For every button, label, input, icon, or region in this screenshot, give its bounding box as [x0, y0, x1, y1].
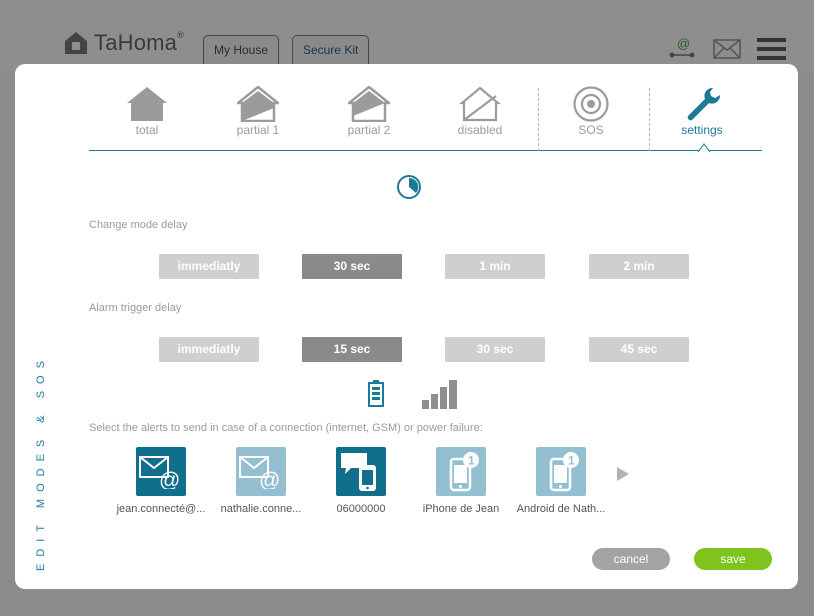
logo-text: TaHoma®	[94, 30, 184, 55]
alert-label: jean.connecté@...	[116, 503, 206, 515]
app-header: TaHoma® My House Secure Kit @	[0, 0, 814, 70]
mail-icon[interactable]	[713, 39, 741, 59]
house-partial-icon	[237, 86, 279, 122]
change-delay-immediatly[interactable]: immediatly	[159, 254, 259, 279]
change-delay-30-sec[interactable]: 30 sec	[302, 254, 402, 279]
email-icon: @	[239, 455, 280, 489]
alert-label: iPhone de Jean	[422, 503, 500, 515]
alarm-delay-15-sec[interactable]: 15 sec	[302, 337, 402, 362]
svg-text:@: @	[259, 469, 280, 489]
alarm-delay-45-sec[interactable]: 45 sec	[589, 337, 689, 362]
tahoma-logo: TaHoma®	[64, 30, 184, 56]
mode-sos[interactable]: SOS	[541, 86, 641, 137]
next-arrow-icon[interactable]	[616, 466, 630, 482]
sos-target-icon	[573, 86, 609, 122]
timer-icon	[397, 175, 421, 199]
house-filled-icon	[127, 87, 167, 121]
mode-tabs: total partial 1 partial 2 disabled SOS s…	[89, 64, 762, 152]
change-delay-2-min[interactable]: 2 min	[589, 254, 689, 279]
battery-icon	[368, 380, 384, 407]
mode-disabled[interactable]: disabled	[430, 86, 530, 137]
alert-label: nathalie.conne...	[220, 503, 302, 515]
mode-label: partial 1	[236, 123, 280, 137]
mode-separator	[649, 88, 650, 151]
mode-label: settings	[681, 123, 723, 137]
mode-label: SOS	[578, 123, 604, 137]
mode-partial-1[interactable]: partial 1	[208, 86, 308, 137]
alarm-delay-immediatly[interactable]: immediatly	[159, 337, 259, 362]
house-logo-icon	[65, 32, 87, 54]
active-tab-pointer	[698, 143, 710, 152]
tab-secure-kit[interactable]: Secure Kit	[292, 35, 370, 65]
alert-tile: 1	[436, 447, 486, 496]
alert-label: 06000000	[336, 503, 386, 515]
save-button[interactable]: save	[694, 548, 772, 570]
alert-tile: 1	[536, 447, 586, 496]
alert-tile: @	[136, 447, 186, 496]
side-title: EDIT MODES & SOS	[35, 354, 47, 571]
wrench-icon	[687, 87, 721, 121]
alert-iphone-jean[interactable]: 1 iPhone de Jean	[411, 447, 511, 515]
notification-badge: 1	[568, 453, 575, 467]
alert-android-nathalie[interactable]: 1 Android de Nath...	[511, 447, 611, 515]
alerts-label: Select the alerts to send in case of a c…	[89, 422, 483, 434]
svg-text:@: @	[677, 36, 690, 51]
alert-email-nathalie[interactable]: @ nathalie.conne...	[211, 447, 311, 515]
email-icon: @	[139, 455, 180, 489]
mode-label: total	[135, 123, 159, 137]
signal-strength-icon	[422, 380, 457, 409]
cancel-button[interactable]: cancel	[592, 548, 670, 570]
tab-my-house[interactable]: My House	[203, 35, 280, 65]
change-delay-1-min[interactable]: 1 min	[445, 254, 545, 279]
menu-icon[interactable]	[757, 38, 786, 60]
alarm-delay-30-sec[interactable]: 30 sec	[445, 337, 545, 362]
mode-separator	[538, 88, 539, 151]
mode-total[interactable]: total	[97, 86, 197, 137]
alarm-trigger-delay-label: Alarm trigger delay	[89, 302, 182, 314]
notification-badge: 1	[468, 453, 475, 467]
mode-partial-2[interactable]: partial 2	[319, 86, 419, 137]
alert-tile: @	[236, 447, 286, 496]
sms-phone-icon	[341, 452, 376, 491]
svg-text:@: @	[159, 469, 180, 489]
edit-modes-dialog: EDIT MODES & SOS total partial 1 partial…	[15, 64, 798, 589]
at-network-icon[interactable]: @	[668, 36, 696, 60]
phone-notification-icon: 1	[549, 451, 579, 491]
change-mode-delay-label: Change mode delay	[89, 219, 188, 231]
house-outline-icon	[459, 86, 501, 122]
alert-tile	[336, 447, 386, 496]
alert-sms[interactable]: 06000000	[311, 447, 411, 515]
phone-notification-icon: 1	[449, 451, 479, 491]
mode-label: partial 2	[347, 123, 391, 137]
alert-email-jean[interactable]: @ jean.connecté@...	[111, 447, 211, 515]
alert-label: Android de Nath...	[516, 503, 606, 515]
mode-label: disabled	[457, 123, 503, 137]
house-partial-icon	[348, 86, 390, 122]
mode-settings[interactable]: settings	[652, 86, 752, 137]
